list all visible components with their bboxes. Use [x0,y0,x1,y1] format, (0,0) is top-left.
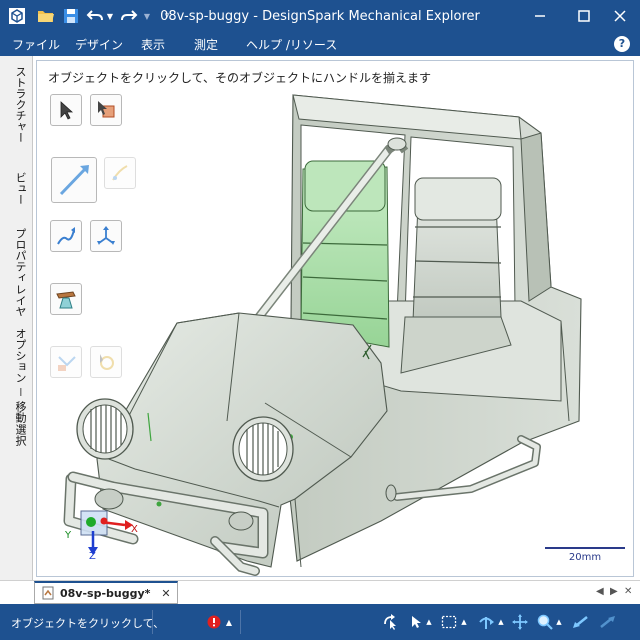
design-viewport[interactable]: X Y Z オブジェクトをクリックして、そのオブジェクトにハンドルを揃えます 2… [36,60,634,577]
status-bar: オブジェクトをクリックして、 ▲ ▲ ▲ ▲ ▲ [0,604,640,640]
scale-label: 20mm [568,552,602,563]
right-headlight[interactable] [232,416,294,482]
tab-structure[interactable]: ストラクチャー [6,66,28,143]
tab-selection[interactable]: 選択 [6,424,28,446]
triad-arrows-icon [97,226,115,245]
block-support-icon [56,291,76,309]
move-arrow-icon [59,165,89,196]
pull-along-tool[interactable] [50,220,82,252]
scale-bar [545,547,625,549]
close-button[interactable] [604,2,636,30]
menu-design[interactable]: デザイン [75,36,123,54]
error-dropdown-icon[interactable]: ▲ [224,614,234,630]
document-tab-strip: 08v-sp-buggy* ✕ ◀ ▶ ✕ [0,580,640,604]
error-alert-icon[interactable] [206,614,222,630]
title-bar: ▼ ▼ ▿ 08v-sp-buggy - DesignSpark Mechani… [0,0,640,33]
document-icon [42,586,54,600]
left-headlight[interactable] [76,398,134,460]
tab-layers[interactable]: レイヤ [6,284,28,317]
next-view-icon[interactable] [598,614,618,630]
status-message: オブジェクトをクリックして、 [11,617,165,630]
box-select-icon[interactable] [440,614,458,630]
menu-bar: ファイル デザイン 表示 測定 ヘルプ /リソース ? [0,33,640,56]
detach-tool[interactable] [50,283,82,315]
close-all-tabs-icon[interactable]: ✕ [624,586,632,597]
close-tab-icon[interactable]: ✕ [161,587,170,600]
axis-y-label: Y [64,530,72,541]
zoom-dropdown-icon[interactable]: ▲ [555,614,563,630]
move-handle-tool[interactable] [51,157,97,203]
previous-view-icon[interactable] [570,614,590,630]
buggy-model-scene[interactable]: X Y Z [37,61,635,578]
menu-help-resources[interactable]: ヘルプ /リソース [246,36,337,54]
spin-dropdown-icon[interactable]: ▲ [497,614,505,630]
help-icon[interactable]: ? [614,36,630,52]
menu-measure[interactable]: 測定 [194,36,218,54]
right-seat[interactable] [400,177,512,374]
viewport-hint: オブジェクトをクリックして、そのオブジェクトにハンドルを揃えます [48,71,432,85]
document-tab-label: 08v-sp-buggy* [60,586,151,600]
menu-file[interactable]: ファイル [12,36,60,54]
side-panel-tabs: ストラクチャー ビュー プロパティ レイヤ オプション － 移動 選択 [0,56,33,580]
select-dropdown-icon[interactable]: ▲ [425,614,433,630]
document-tab[interactable]: 08v-sp-buggy* ✕ [34,581,178,604]
axis-x-label: X [131,524,138,535]
spin-view-icon[interactable] [476,614,496,630]
tab-options-move[interactable]: オプション － 移動 [6,328,28,423]
fold-icon [58,356,76,371]
select-component-button[interactable] [90,94,122,126]
scroll-tabs-left-icon[interactable]: ◀ [596,586,604,597]
minimize-button[interactable] [524,2,556,30]
ruler-dimension-tool[interactable] [50,346,82,378]
pan-icon[interactable] [511,614,529,630]
curve-arrow-icon [57,227,75,245]
rotate-select-icon[interactable] [380,614,400,630]
axis-z-label: Z [89,551,96,562]
box-select-dropdown-icon[interactable]: ▲ [460,614,468,630]
maximize-button[interactable] [568,2,600,30]
select-tool-button[interactable] [50,94,82,126]
path-arrow-icon [112,165,128,181]
pattern-tool[interactable] [90,346,122,378]
left-seat-selected[interactable] [300,160,390,348]
scale-indicator: 20mm [545,547,625,563]
scroll-tabs-right-icon[interactable]: ▶ [610,586,618,597]
select-cursor-icon[interactable] [408,614,424,630]
tab-view[interactable]: ビュー [6,172,28,205]
gear-cursor-icon [100,354,114,370]
move-along-path-tool[interactable] [104,157,136,189]
anchor-tool[interactable] [90,220,122,252]
tab-properties[interactable]: プロパティ [6,228,28,283]
cursor-box-icon [98,101,115,118]
zoom-icon[interactable] [536,614,554,630]
menu-view[interactable]: 表示 [141,36,165,54]
cursor-arrow-icon [60,101,74,120]
